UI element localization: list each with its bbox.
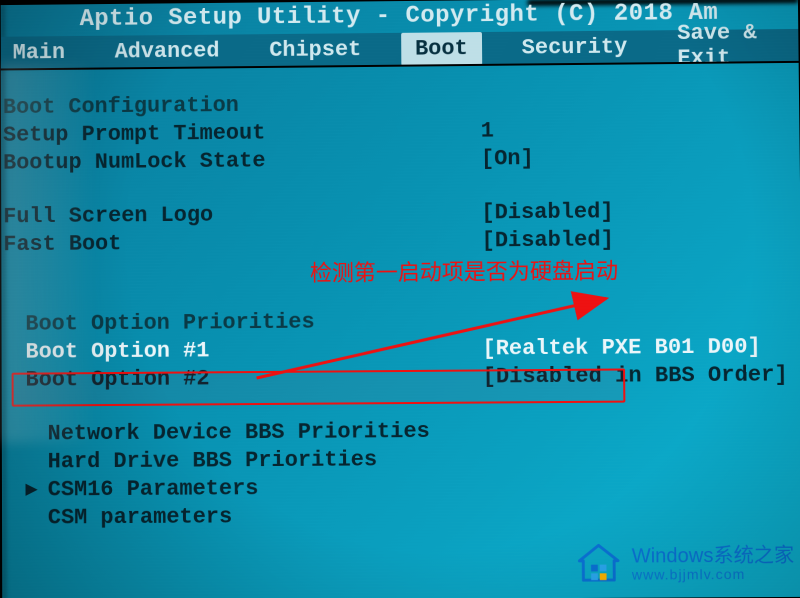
section-boot-priorities: Boot Option Priorities [25, 309, 314, 339]
label-setup-prompt-timeout[interactable]: Setup Prompt Timeout [3, 118, 481, 150]
label-boot-option-1[interactable]: Boot Option #1 [25, 335, 482, 366]
watermark: Windows系统之家 www.bjjmlv.com [575, 540, 794, 588]
bios-screen: Aptio Setup Utility - Copyright (C) 2018… [1, 0, 800, 598]
value-fast-boot[interactable]: [Disabled] [481, 225, 798, 256]
tab-security[interactable]: Security [512, 32, 638, 62]
tab-chipset[interactable]: Chipset [259, 35, 371, 65]
value-boot-option-1[interactable]: [Realtek PXE B01 D00] [482, 333, 800, 363]
tab-advanced[interactable]: Advanced [105, 36, 230, 66]
value-setup-prompt-timeout[interactable]: 1 [481, 115, 798, 146]
section-boot-config: Boot Configuration [3, 92, 239, 122]
submenu-network-bbs[interactable]: Network Device BBS Priorities [48, 418, 430, 448]
annotation-text: 检测第一启动项是否为硬盘启动 [310, 253, 618, 287]
submenu-csm16[interactable]: CSM16 Parameters [48, 475, 259, 504]
watermark-title: Windows系统之家 [632, 545, 795, 568]
house-icon [575, 541, 622, 588]
submenu-harddrive-bbs[interactable]: Hard Drive BBS Priorities [48, 446, 378, 476]
tab-boot[interactable]: Boot [401, 32, 482, 66]
boot-page: Boot Configuration Setup Prompt Timeout … [1, 83, 800, 598]
tab-save-exit[interactable]: Save & Exit [667, 18, 799, 73]
value-full-screen-logo[interactable]: [Disabled] [481, 197, 798, 228]
caret-right-icon: ▸ [26, 476, 48, 504]
watermark-url: www.bjjmlv.com [632, 567, 795, 583]
label-full-screen-logo[interactable]: Full Screen Logo [3, 199, 481, 231]
label-numlock-state[interactable]: Bootup NumLock State [3, 146, 481, 178]
tab-main[interactable]: Main [3, 38, 75, 67]
annotation-highlight-box [12, 368, 626, 406]
submenu-csm[interactable]: CSM parameters [48, 503, 233, 532]
value-numlock-state[interactable]: [On] [481, 143, 798, 174]
